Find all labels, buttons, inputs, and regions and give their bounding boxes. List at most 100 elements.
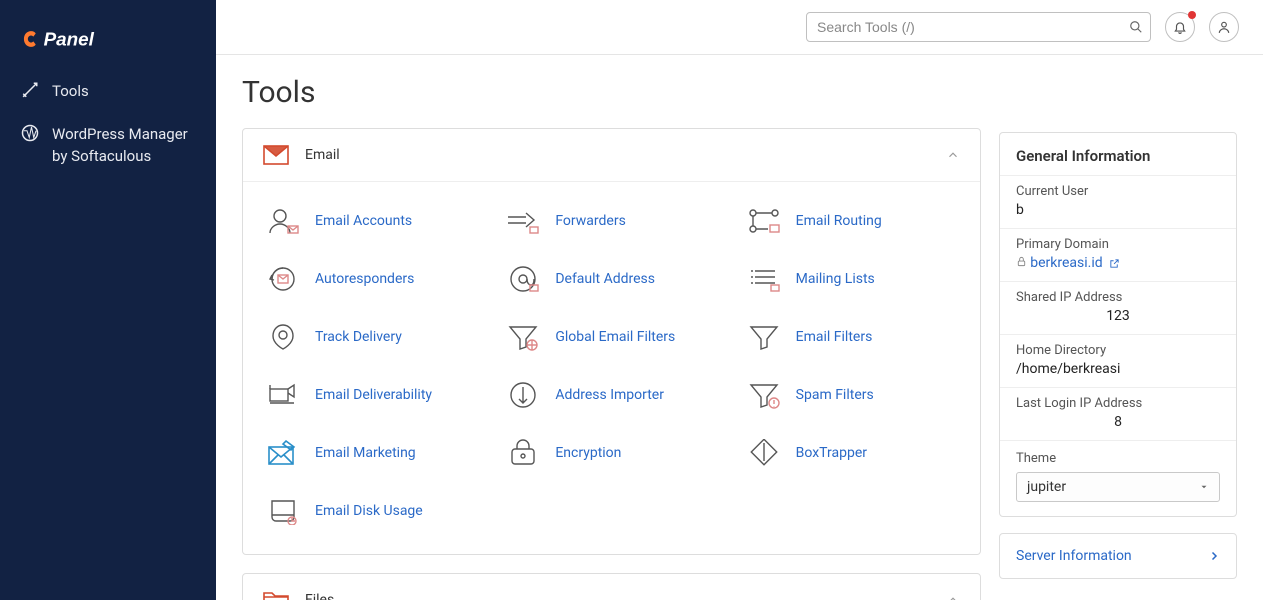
search-input[interactable]: [806, 12, 1151, 42]
server-information-link[interactable]: Server Information: [999, 533, 1237, 579]
tool-encryption[interactable]: Encryption: [491, 424, 731, 482]
cpanel-logo-icon: Panel: [20, 26, 130, 52]
info-value: berkreasi.id: [1030, 255, 1102, 271]
chevron-right-icon: [1208, 550, 1220, 562]
tool-label: Email Deliverability: [315, 387, 432, 403]
info-value: 8: [1016, 414, 1220, 430]
theme-select[interactable]: jupiter: [1016, 472, 1220, 502]
tool-mailing-lists[interactable]: Mailing Lists: [732, 250, 972, 308]
tool-label: Autoresponders: [315, 271, 414, 287]
external-link-icon: [1109, 258, 1120, 269]
sidebar: Panel Tools WordPress Manager by Softacu…: [0, 0, 216, 600]
email-disk-usage-icon: [263, 496, 303, 526]
default-address-icon: [503, 264, 543, 294]
email-filters-icon: [744, 322, 784, 352]
panel-email: Email Email Accounts: [242, 128, 981, 555]
panel-files: Files: [242, 573, 981, 600]
sidebar-item-wordpress-manager[interactable]: WordPress Manager by Softaculous: [0, 113, 216, 178]
info-row-shared-ip: Shared IP Address 123: [1000, 281, 1236, 334]
panel-files-header[interactable]: Files: [243, 574, 980, 600]
main-area: Tools Email: [216, 0, 1263, 600]
tool-label: Track Delivery: [315, 329, 402, 345]
encryption-icon: [503, 438, 543, 468]
sidebar-item-tools[interactable]: Tools: [0, 70, 216, 113]
primary-domain-link[interactable]: berkreasi.id: [1030, 255, 1119, 271]
topbar: [216, 0, 1263, 55]
account-button[interactable]: [1209, 12, 1239, 42]
left-column: Tools Email: [242, 75, 981, 580]
search-icon: [1129, 20, 1143, 34]
theme-select-value: jupiter: [1027, 479, 1066, 495]
sidebar-item-label: WordPress Manager by Softaculous: [52, 123, 196, 168]
tool-label: Email Marketing: [315, 445, 416, 461]
email-accounts-icon: [263, 206, 303, 236]
autoresponders-icon: [263, 264, 303, 294]
tool-label: Forwarders: [555, 213, 625, 229]
tool-forwarders[interactable]: Forwarders: [491, 192, 731, 250]
content: Tools Email: [216, 55, 1263, 600]
tools-icon: [20, 80, 40, 100]
page-title: Tools: [242, 75, 981, 110]
wordpress-icon: [20, 123, 40, 143]
tool-spam-filters[interactable]: Spam Filters: [732, 366, 972, 424]
bell-icon: [1173, 20, 1187, 34]
notifications-button[interactable]: [1165, 12, 1195, 42]
boxtrapper-icon: [744, 438, 784, 468]
tool-label: Address Importer: [555, 387, 664, 403]
chevron-down-icon: [1199, 482, 1209, 492]
logo: Panel: [0, 18, 216, 70]
link-label: Server Information: [1016, 548, 1132, 564]
panel-files-title: Files: [305, 592, 946, 600]
tool-label: BoxTrapper: [796, 445, 867, 461]
info-label: Shared IP Address: [1016, 290, 1220, 305]
tool-track-delivery[interactable]: Track Delivery: [251, 308, 491, 366]
info-panel-title: General Information: [1000, 133, 1236, 175]
panel-email-header[interactable]: Email: [243, 129, 980, 182]
tool-email-deliverability[interactable]: Email Deliverability: [251, 366, 491, 424]
sidebar-item-label: Tools: [52, 80, 196, 103]
info-row-theme: Theme jupiter: [1000, 440, 1236, 516]
email-tool-grid: Email Accounts Forwarders Email Routing: [243, 182, 980, 554]
info-label: Last Login IP Address: [1016, 396, 1220, 411]
folder-icon: [263, 590, 289, 600]
tool-email-filters[interactable]: Email Filters: [732, 308, 972, 366]
lock-icon: [1016, 256, 1030, 271]
mailing-lists-icon: [744, 264, 784, 294]
info-value: /home/berkreasi: [1016, 361, 1220, 377]
tool-label: Encryption: [555, 445, 621, 461]
tool-label: Default Address: [555, 271, 655, 287]
global-email-filters-icon: [503, 322, 543, 352]
email-deliverability-icon: [263, 380, 303, 410]
email-marketing-icon: [263, 438, 303, 468]
info-label: Home Directory: [1016, 343, 1220, 358]
info-row-last-login: Last Login IP Address 8: [1000, 387, 1236, 440]
info-row-home-directory: Home Directory /home/berkreasi: [1000, 334, 1236, 387]
info-value: 123: [1016, 308, 1220, 324]
info-row-current-user: Current User b: [1000, 175, 1236, 228]
info-row-primary-domain: Primary Domain berkreasi.id: [1000, 228, 1236, 281]
right-column: General Information Current User b Prima…: [999, 75, 1237, 580]
tool-label: Email Disk Usage: [315, 503, 423, 519]
general-information-panel: General Information Current User b Prima…: [999, 132, 1237, 517]
tool-boxtrapper[interactable]: BoxTrapper: [732, 424, 972, 482]
tool-default-address[interactable]: Default Address: [491, 250, 731, 308]
address-importer-icon: [503, 380, 543, 410]
tool-address-importer[interactable]: Address Importer: [491, 366, 731, 424]
info-label: Primary Domain: [1016, 237, 1220, 252]
info-label: Theme: [1016, 451, 1220, 466]
info-label: Current User: [1016, 184, 1220, 199]
tool-email-disk-usage[interactable]: Email Disk Usage: [251, 482, 491, 540]
tool-email-routing[interactable]: Email Routing: [732, 192, 972, 250]
user-icon: [1217, 20, 1231, 34]
track-delivery-icon: [263, 322, 303, 352]
tool-email-marketing[interactable]: Email Marketing: [251, 424, 491, 482]
tool-label: Mailing Lists: [796, 271, 875, 287]
forwarders-icon: [503, 206, 543, 236]
info-value: b: [1016, 202, 1220, 218]
tool-autoresponders[interactable]: Autoresponders: [251, 250, 491, 308]
tool-label: Email Accounts: [315, 213, 412, 229]
tool-global-email-filters[interactable]: Global Email Filters: [491, 308, 731, 366]
chevron-up-icon: [946, 148, 960, 162]
tool-label: Global Email Filters: [555, 329, 675, 345]
tool-email-accounts[interactable]: Email Accounts: [251, 192, 491, 250]
